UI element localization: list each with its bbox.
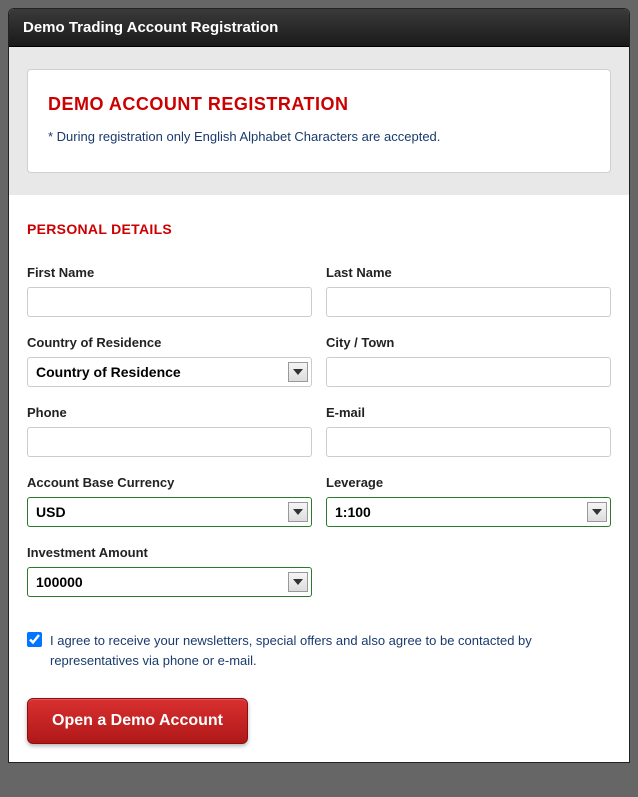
country-select-wrap: Country of Residence xyxy=(27,357,312,387)
form-section: PERSONAL DETAILS First Name Last Name Co… xyxy=(9,195,629,762)
window-title: Demo Trading Account Registration xyxy=(23,19,278,36)
phone-input[interactable] xyxy=(27,427,312,457)
city-field: City / Town xyxy=(326,335,611,387)
currency-select-wrap: USD xyxy=(27,497,312,527)
city-label: City / Town xyxy=(326,335,611,350)
phone-field: Phone xyxy=(27,405,312,457)
leverage-select[interactable]: 1:100 xyxy=(326,497,611,527)
open-demo-account-button[interactable]: Open a Demo Account xyxy=(27,698,248,744)
investment-label: Investment Amount xyxy=(27,545,312,560)
window-title-bar: Demo Trading Account Registration xyxy=(9,9,629,47)
leverage-field: Leverage 1:100 xyxy=(326,475,611,527)
last-name-input[interactable] xyxy=(326,287,611,317)
consent-text: I agree to receive your newsletters, spe… xyxy=(50,631,611,670)
email-label: E-mail xyxy=(326,405,611,420)
email-field: E-mail xyxy=(326,405,611,457)
phone-label: Phone xyxy=(27,405,312,420)
registration-window: Demo Trading Account Registration DEMO A… xyxy=(8,8,630,763)
currency-select[interactable]: USD xyxy=(27,497,312,527)
submit-label: Open a Demo Account xyxy=(52,712,223,729)
investment-field: Investment Amount 100000 xyxy=(27,545,312,597)
investment-select[interactable]: 100000 xyxy=(27,567,312,597)
info-box: DEMO ACCOUNT REGISTRATION * During regis… xyxy=(27,69,611,173)
info-title: DEMO ACCOUNT REGISTRATION xyxy=(48,94,590,115)
country-select[interactable]: Country of Residence xyxy=(27,357,312,387)
consent-checkbox[interactable] xyxy=(27,632,42,647)
info-note: * During registration only English Alpha… xyxy=(48,129,590,144)
city-input[interactable] xyxy=(326,357,611,387)
personal-details-heading: PERSONAL DETAILS xyxy=(27,221,611,237)
first-name-input[interactable] xyxy=(27,287,312,317)
first-name-label: First Name xyxy=(27,265,312,280)
leverage-select-wrap: 1:100 xyxy=(326,497,611,527)
consent-row: I agree to receive your newsletters, spe… xyxy=(27,631,611,670)
currency-label: Account Base Currency xyxy=(27,475,312,490)
leverage-label: Leverage xyxy=(326,475,611,490)
info-section: DEMO ACCOUNT REGISTRATION * During regis… xyxy=(9,47,629,195)
last-name-label: Last Name xyxy=(326,265,611,280)
investment-select-wrap: 100000 xyxy=(27,567,312,597)
country-label: Country of Residence xyxy=(27,335,312,350)
email-input[interactable] xyxy=(326,427,611,457)
first-name-field: First Name xyxy=(27,265,312,317)
currency-field: Account Base Currency USD xyxy=(27,475,312,527)
form-grid: First Name Last Name Country of Residenc… xyxy=(27,265,611,615)
country-field: Country of Residence Country of Residenc… xyxy=(27,335,312,387)
last-name-field: Last Name xyxy=(326,265,611,317)
